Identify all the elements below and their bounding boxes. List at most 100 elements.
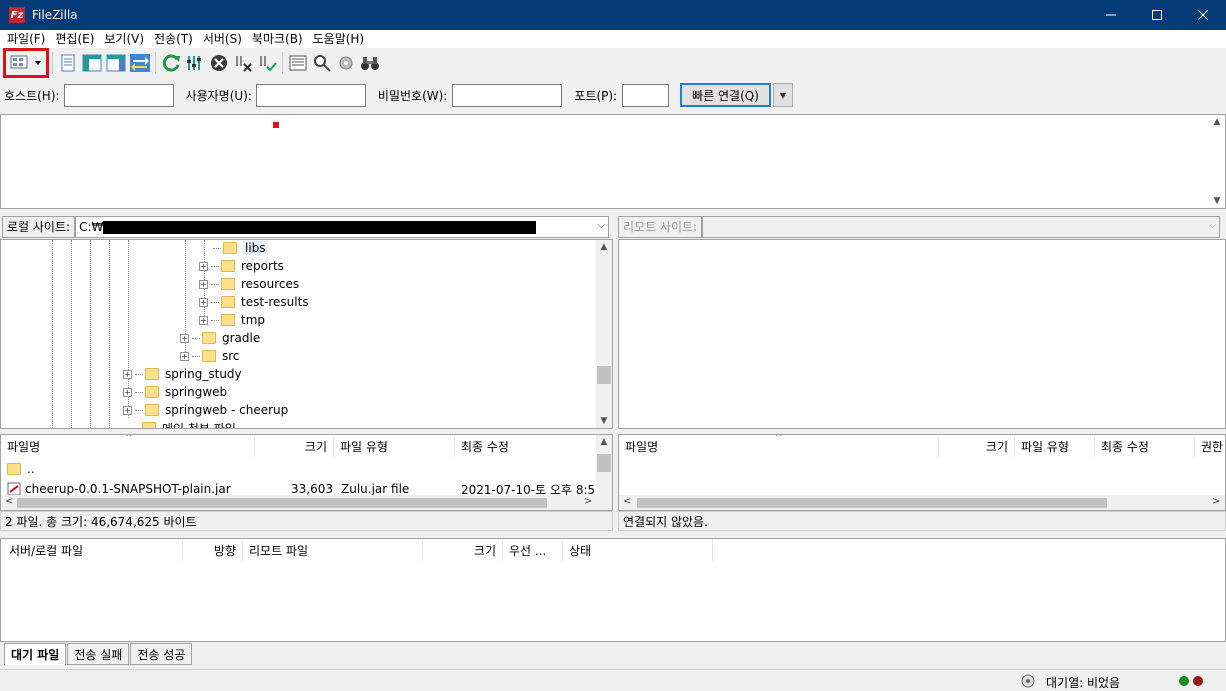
refresh-icon [162,54,180,72]
host-input[interactable] [63,83,174,107]
menu-server[interactable]: 서버(S) [198,30,247,48]
remote-site-bar: 리모트 사이트: ⌵ [618,214,1226,239]
expand-icon: + [199,315,208,325]
expand-icon: + [199,261,208,271]
queue-col-local-file[interactable]: 서버/로컬 파일 [3,539,183,561]
column-header-filetype[interactable]: 파일 유형 [334,435,455,457]
tree-item[interactable]: + resources [199,275,299,293]
column-header-size[interactable]: 크기 [939,435,1015,457]
maximize-button[interactable] [1134,0,1180,30]
minimize-button[interactable] [1088,0,1134,30]
local-list-hscrollbar[interactable]: < > [1,495,598,510]
search-remote-files-button[interactable] [310,51,334,75]
tree-item[interactable]: + src [180,347,240,365]
tree-item[interactable]: libs [204,240,268,257]
minimize-icon [1106,14,1116,16]
chevron-down-icon[interactable]: ⌵ [1209,220,1217,231]
directory-comparison-button[interactable] [358,51,382,75]
tree-item[interactable]: 메인 첨부 파일 [128,419,236,428]
site-manager-icon [10,55,41,69]
toggle-transfer-queue-button[interactable] [128,51,152,75]
tree-item[interactable]: + springweb [123,383,227,401]
refresh-button[interactable] [159,51,183,75]
chevron-down-icon[interactable]: ⌵ [597,220,605,231]
remote-directory-tree[interactable] [618,239,1226,429]
port-input[interactable] [622,83,670,107]
close-button[interactable] [1180,0,1226,30]
queue-col-remote-file[interactable]: 리모트 파일 [243,539,423,561]
remote-list-hscrollbar[interactable]: < > [619,495,1225,510]
expand-icon: + [123,405,132,415]
folder-icon [221,260,235,272]
tree-item[interactable]: + test-results [199,293,309,311]
disconnect-icon [236,56,252,72]
toggle-remote-tree-button[interactable] [104,51,128,75]
tree-item[interactable]: + reports [199,257,284,275]
process-queue-button[interactable] [183,51,207,75]
queue-col-priority[interactable]: 우선 ... [503,539,563,561]
reconnect-button[interactable] [255,51,279,75]
directory-listing-filters-button[interactable] [286,51,310,75]
tree-item[interactable]: + springweb - cheerup [123,401,288,419]
toggle-local-tree-button[interactable] [80,51,104,75]
local-file-list[interactable]: 파일명 ^ 크기 파일 유형 최종 수정 .. cheerup-0.0.1-SN… [0,434,613,511]
menu-help[interactable]: 도움말(H) [308,30,370,48]
message-log-icon [61,54,75,72]
disconnect-button[interactable] [231,51,255,75]
local-tree-scrollbar[interactable]: ▲ ▼ [596,240,612,428]
remote-file-list[interactable]: 파일명 ^ 크기 파일 유형 최종 수정 권한 < > [618,434,1226,511]
transfer-queue[interactable]: 서버/로컬 파일 방향 리모트 파일 크기 우선 ... 상태 [0,538,1226,642]
file-row[interactable]: .. [7,460,35,478]
column-header-size[interactable]: 크기 [255,435,334,457]
quickconnect-dropdown-button[interactable]: ▼ [772,83,793,107]
sync-icon [339,56,353,70]
local-path-input[interactable]: C:₩U ⌵ [75,215,610,238]
menu-file[interactable]: 파일(F) [2,30,50,48]
site-manager-button[interactable] [3,48,49,78]
folder-icon [145,368,159,380]
menu-view[interactable]: 보기(V) [99,30,149,48]
maximize-icon [1152,10,1162,20]
tab-queued-files[interactable]: 대기 파일 [4,643,67,665]
tree-item[interactable]: + gradle [180,329,260,347]
window-title: FileZilla [32,8,78,22]
folder-icon [221,278,235,290]
quickconnect-button[interactable]: 빠른 연결(Q) [680,83,771,107]
column-header-modified[interactable]: 최종 수정 [1095,435,1195,457]
expand-icon: + [123,369,132,379]
filezilla-logo-icon: Fz [9,7,25,23]
local-directory-tree[interactable]: libs + reports + resources + test-result… [0,239,613,429]
menu-transfer[interactable]: 전송(T) [149,30,198,48]
tab-successful-transfers[interactable]: 전송 성공 [130,643,193,665]
username-input[interactable] [255,83,366,107]
local-site-label: 로컬 사이트: [2,215,76,238]
local-list-vscrollbar[interactable]: ▲ [596,435,612,510]
cancel-operation-button[interactable] [207,51,231,75]
menu-edit[interactable]: 편집(E) [50,30,99,48]
scroll-thumb [597,366,611,384]
transfer-queue-icon [130,54,150,72]
password-label: 비밀번호(W): [377,88,448,103]
message-log-scrollbar[interactable]: ▲ ▼ [1209,115,1225,208]
tree-item[interactable]: + tmp [199,311,265,329]
log-marker [273,122,279,128]
tree-item[interactable]: + spring_study [123,365,242,383]
menu-bookmarks[interactable]: 북마크(B) [247,30,308,48]
column-header-filetype[interactable]: 파일 유형 [1015,435,1095,457]
column-header-modified[interactable]: 최종 수정 [455,435,600,457]
password-input[interactable] [452,83,563,107]
tab-failed-transfers[interactable]: 전송 실패 [67,643,130,665]
message-log[interactable]: ▲ ▼ [0,114,1226,209]
queue-col-direction[interactable]: 방향 [183,539,243,561]
toggle-message-log-button[interactable] [56,51,80,75]
remote-status-text: 연결되지 않았음. [618,511,1226,531]
status-bar: 대기열: 비었음 [0,669,1226,691]
toolbar [0,48,1226,78]
column-header-permissions[interactable]: 권한 [1195,435,1225,457]
queue-col-size[interactable]: 크기 [423,539,503,561]
queue-col-status[interactable]: 상태 [563,539,713,561]
remote-path-input[interactable]: ⌵ [702,215,1221,238]
port-label: 포트(P): [574,88,618,103]
folder-icon [223,242,237,254]
sync-browsing-button[interactable] [334,51,358,75]
